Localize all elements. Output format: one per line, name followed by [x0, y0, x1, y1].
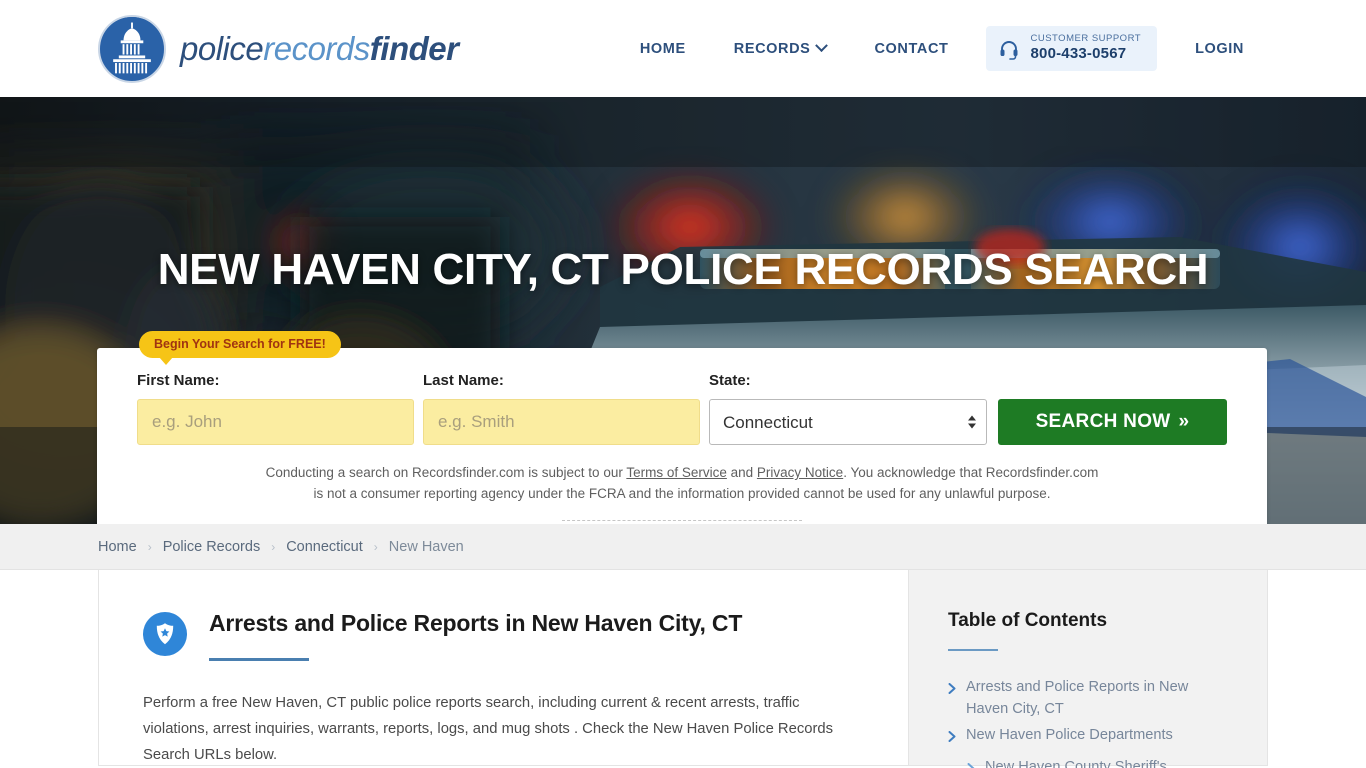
logo-wordmark: policerecordsfinder	[180, 29, 459, 68]
breadcrumb-separator-icon: ›	[271, 539, 276, 554]
toc-link-arrests-reports[interactable]: Arrests and Police Reports in New Haven …	[966, 676, 1233, 720]
toc-title: Table of Contents	[948, 610, 1108, 631]
title-underline	[209, 657, 309, 661]
breadcrumb: Home › Police Records › Connecticut › Ne…	[0, 524, 1366, 570]
state-label: State:	[709, 372, 751, 389]
logo-text-finder: finder	[369, 29, 459, 67]
capitol-dome-icon	[98, 14, 166, 83]
breadcrumb-item-new-haven: New Haven	[388, 538, 464, 555]
divider	[562, 519, 802, 521]
nav-item-login[interactable]: LOGIN	[1171, 41, 1268, 57]
nav-item-records[interactable]: RECORDS	[710, 39, 851, 57]
nav-item-records-label: RECORDS	[733, 40, 811, 57]
toc-item-arrests-reports[interactable]: Arrests and Police Reports in New Haven …	[948, 676, 1233, 720]
privacy-notice-link[interactable]: Privacy Notice	[757, 465, 843, 480]
nav-item-home[interactable]: HOME	[616, 41, 710, 57]
nav-item-contact[interactable]: CONTACT	[850, 41, 972, 57]
double-chevron-right-icon: »	[1178, 411, 1190, 432]
support-phone-number: 800-433-0567	[1030, 45, 1127, 63]
search-form-row: First Name: Last Name: State: Connecticu…	[137, 372, 1227, 445]
breadcrumb-separator-icon: ›	[373, 539, 378, 554]
chevron-right-icon	[948, 729, 957, 747]
table-of-contents: Table of Contents Arrests and Police Rep…	[909, 570, 1268, 768]
breadcrumb-item-connecticut[interactable]: Connecticut	[286, 539, 363, 555]
nav-item-login-label: LOGIN	[1195, 40, 1244, 57]
headset-icon	[998, 38, 1020, 60]
nav-item-contact-label: CONTACT	[874, 40, 949, 57]
search-now-button[interactable]: SEARCH NOW »	[998, 399, 1227, 445]
chevron-right-icon	[948, 681, 957, 699]
state-select[interactable]: Connecticut	[709, 399, 987, 445]
toc-link-police-departments[interactable]: New Haven Police Departments	[966, 724, 1173, 746]
customer-support-button[interactable]: CUSTOMER SUPPORT 800-433-0567	[986, 26, 1158, 71]
breadcrumb-separator-icon: ›	[147, 539, 152, 554]
main-navigation: HOME RECORDS CONTACT CUSTOMER SUPPORT 80…	[616, 26, 1268, 71]
toc-underline	[948, 649, 998, 651]
section-title-group: Arrests and Police Reports in New Haven …	[209, 610, 742, 661]
toc-link-county-sheriff[interactable]: New Haven County Sheriff's	[985, 756, 1167, 768]
police-badge-icon	[143, 612, 187, 656]
main-content-card: Arrests and Police Reports in New Haven …	[98, 570, 909, 766]
chevron-down-icon	[815, 39, 829, 53]
breadcrumb-item-police-records[interactable]: Police Records	[163, 539, 261, 555]
nav-item-home-label: HOME	[639, 40, 686, 57]
section-title: Arrests and Police Reports in New Haven …	[209, 610, 743, 636]
first-name-input[interactable]	[137, 399, 414, 445]
disclaimer-part-1: Conducting a search on Recordsfinder.com…	[265, 465, 627, 480]
page-title: NEW HAVEN CITY, CT POLICE RECORDS SEARCH	[157, 245, 1209, 294]
breadcrumb-item-home[interactable]: Home	[98, 539, 137, 555]
chevron-right-icon	[967, 761, 976, 768]
last-name-label: Last Name:	[423, 372, 504, 389]
disclaimer-part-2: and	[726, 465, 757, 480]
state-select-wrapper: Connecticut	[709, 399, 987, 445]
content-area: Arrests and Police Reports in New Haven …	[0, 570, 1366, 768]
first-name-field-group: First Name:	[137, 372, 414, 445]
search-form-card: Begin Your Search for FREE! First Name: …	[97, 331, 1267, 524]
toc-item-police-departments[interactable]: New Haven Police Departments	[948, 724, 1233, 747]
state-field-group: State: Connecticut	[709, 372, 987, 445]
site-header: policerecordsfinder HOME RECORDS CONTACT	[0, 0, 1366, 97]
hero-section: NEW HAVEN CITY, CT POLICE RECORDS SEARCH…	[0, 97, 1366, 524]
logo-text-police: police	[180, 29, 264, 67]
last-name-field-group: Last Name:	[423, 372, 700, 445]
site-logo[interactable]: policerecordsfinder	[98, 14, 459, 83]
support-label: CUSTOMER SUPPORT	[1030, 33, 1142, 45]
toc-item-county-sheriff[interactable]: New Haven County Sheriff's	[948, 756, 1233, 768]
section-paragraph: Perform a free New Haven, CT public poli…	[143, 694, 834, 764]
terms-of-service-link[interactable]: Terms of Service	[626, 465, 727, 480]
search-now-label: SEARCH NOW	[1035, 411, 1171, 432]
support-text-group: CUSTOMER SUPPORT 800-433-0567	[1030, 33, 1141, 64]
section-header: Arrests and Police Reports in New Haven …	[143, 610, 864, 661]
free-search-badge[interactable]: Begin Your Search for FREE!	[139, 331, 341, 365]
last-name-input[interactable]	[423, 399, 700, 445]
toc-list: Arrests and Police Reports in New Haven …	[948, 676, 1233, 768]
first-name-label: First Name:	[137, 372, 220, 389]
search-disclaimer: Conducting a search on Recordsfinder.com…	[262, 463, 1102, 505]
logo-text-records: records	[263, 29, 370, 67]
